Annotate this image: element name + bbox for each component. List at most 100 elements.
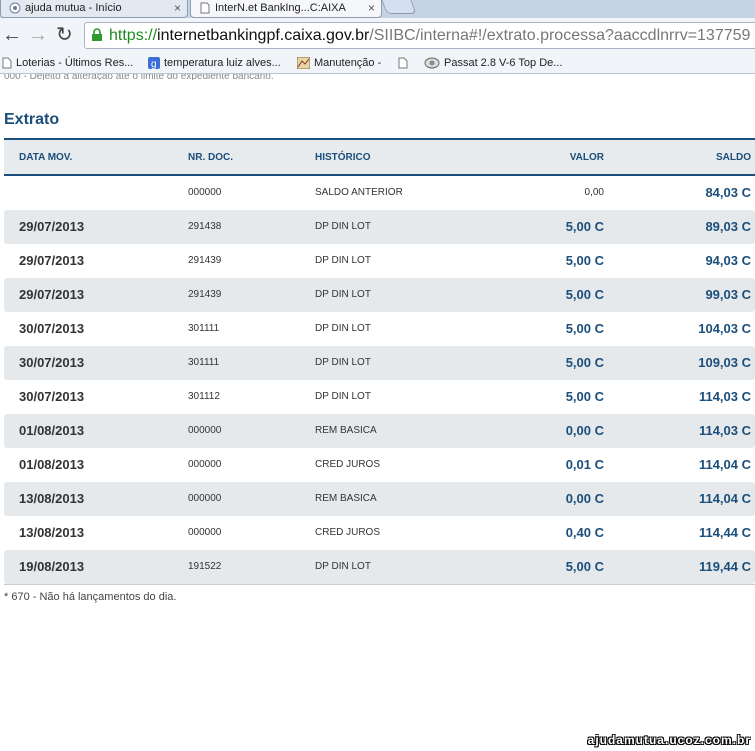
cell-value: 0,00 [584,187,604,198]
cell-balance: 114,03 C [698,389,751,404]
cell-doc: 000000 [188,527,222,538]
close-tab-icon[interactable]: × [368,0,375,16]
watermark: ajudamutua.ucoz.com.br [587,733,751,747]
cell-history: DP DIN LOT [315,221,371,232]
cell-value: 5,00 C [565,389,604,404]
cell-value: 5,00 C [565,253,604,268]
chart-icon [297,57,310,69]
cell-value: 0,40 C [565,525,604,540]
table-row: 01/08/2013 000000 CRED JUROS 0,01 C 114,04 C [4,448,755,482]
back-button[interactable]: ← [2,24,22,46]
tab-internet-banking[interactable]: InterN.et BankIng...C:AIXA × [190,0,382,18]
bookmark-label: temperatura luiz alves... [164,57,281,69]
cell-balance: 114,44 C [698,525,751,540]
cell-doc: 301111 [188,357,220,368]
cell-history: SALDO ANTERIOR [315,187,403,198]
new-tab-button[interactable] [381,0,417,14]
column-header-history[interactable]: HISTÓRICO [315,152,371,163]
column-header-value[interactable]: VALOR [570,152,604,163]
cell-history: DP DIN LOT [315,255,371,266]
table-row: 000000 SALDO ANTERIOR 0,00 84,03 C [4,176,755,210]
bookmark-label: Passat 2.8 V-6 Top De... [444,57,563,69]
clipped-notice-text: 000 - Dejeito a alteração até o limite d… [4,74,274,80]
cell-date: 01/08/2013 [19,423,85,438]
tab-title: InterN.et BankIng...C:AIXA [215,2,346,14]
forward-button[interactable]: → [28,24,48,46]
cell-balance: 94,03 C [705,253,751,268]
cell-doc: 291438 [188,221,222,232]
cell-balance: 114,03 C [698,423,751,438]
cell-date: 01/08/2013 [19,457,85,472]
cell-doc: 000000 [188,425,222,436]
cell-date: 29/07/2013 [19,253,85,268]
footnote: * 670 - Não há lançamentos do dia. [4,591,177,603]
table-row: 29/07/2013 291439 DP DIN LOT 5,00 C 94,03 C [4,244,755,278]
lock-icon [92,28,102,41]
table-bottom-divider [4,584,755,585]
svg-text:g: g [151,59,157,69]
cell-doc: 000000 [188,187,222,198]
cell-balance: 109,03 C [698,355,751,370]
bookmark-label: Loterias - Últimos Res... [16,57,134,69]
cell-date: 30/07/2013 [19,389,85,404]
bookmark-loterias[interactable]: Loterias - Últimos Res... [2,56,133,70]
cell-balance: 114,04 C [698,457,751,472]
cell-doc: 000000 [188,459,222,470]
cell-value: 0,00 C [565,491,604,506]
column-header-doc[interactable]: NR. DOC. [188,152,233,163]
cell-date: 13/08/2013 [19,525,85,540]
cell-doc: 301112 [188,391,220,402]
table-row: 13/08/2013 000000 REM BASICA 0,00 C 114,04 C [4,482,755,516]
reload-button[interactable]: ↻ [56,24,73,46]
close-tab-icon[interactable]: × [174,0,181,16]
cell-history: CRED JUROS [315,527,381,538]
table-row: 29/07/2013 291439 DP DIN LOT 5,00 C 99,03 C [4,278,755,312]
cell-history: REM BASICA [315,493,377,504]
cell-balance: 119,44 C [698,559,751,574]
table-row: 30/07/2013 301111 DP DIN LOT 5,00 C 104,03 C [4,312,755,346]
bookmark-blank[interactable] [398,56,412,70]
bookmark-label: Manutenção - [314,57,382,69]
page-icon [398,57,408,69]
cell-history: DP DIN LOT [315,323,371,334]
column-header-date[interactable]: DATA MOV. [19,152,72,163]
cell-history: REM BASICA [315,425,377,436]
cell-date: 29/07/2013 [19,219,85,234]
cell-history: DP DIN LOT [315,289,371,300]
cell-value: 5,00 C [565,355,604,370]
column-header-balance[interactable]: SALDO [716,152,751,163]
table-row: 30/07/2013 301112 DP DIN LOT 5,00 C 114,03 C [4,380,755,414]
table-row: 01/08/2013 000000 REM BASICA 0,00 C 114,03 C [4,414,755,448]
url-host: internetbankingpf.caixa.gov.br [157,27,370,44]
browser-toolbar: ← → ↻ https://internetbankingpf.caixa.go… [0,18,755,52]
cell-value: 0,00 C [565,423,604,438]
cell-value: 5,00 C [565,559,604,574]
table-header: DATA MOV. NR. DOC. HISTÓRICO VALOR SALDO [4,138,755,176]
cell-doc: 000000 [188,493,222,504]
cell-date: 30/07/2013 [19,321,85,336]
bookmark-manutencao[interactable]: Manutenção - [297,56,381,70]
url-path: /SIIBC/interna#!/extrato.processa?aaccdl… [369,27,751,44]
cell-value: 5,00 C [565,287,604,302]
page-icon [200,2,210,14]
cell-history: DP DIN LOT [315,561,371,572]
cell-doc: 301111 [188,323,220,334]
cell-balance: 84,03 C [705,185,751,200]
page-title: Extrato [4,111,60,128]
table-row: 30/07/2013 301111 DP DIN LOT 5,00 C 109,03 C [4,346,755,380]
bookmark-temperatura[interactable]: g temperatura luiz alves... [148,56,281,70]
address-bar[interactable]: https://internetbankingpf.caixa.gov.br/S… [84,22,755,49]
page-icon [2,57,12,69]
cell-value: 5,00 C [565,321,604,336]
cell-balance: 114,04 C [698,491,751,506]
bookmark-passat[interactable]: Passat 2.8 V-6 Top De... [424,56,562,70]
table-body: 000000 SALDO ANTERIOR 0,00 84,03 C 29/07/201… [4,176,755,584]
statement-table: DATA MOV. NR. DOC. HISTÓRICO VALOR SALDO… [4,138,755,585]
cell-balance: 104,03 C [698,321,751,336]
cell-balance: 89,03 C [705,219,751,234]
bookmarks-bar: Loterias - Últimos Res... g temperatura l… [0,52,755,74]
tab-ajuda-mutua[interactable]: ajuda mutua - Início × [0,0,188,18]
car-icon [424,57,440,69]
cell-doc: 191522 [188,561,222,572]
google-icon: g [148,57,160,69]
